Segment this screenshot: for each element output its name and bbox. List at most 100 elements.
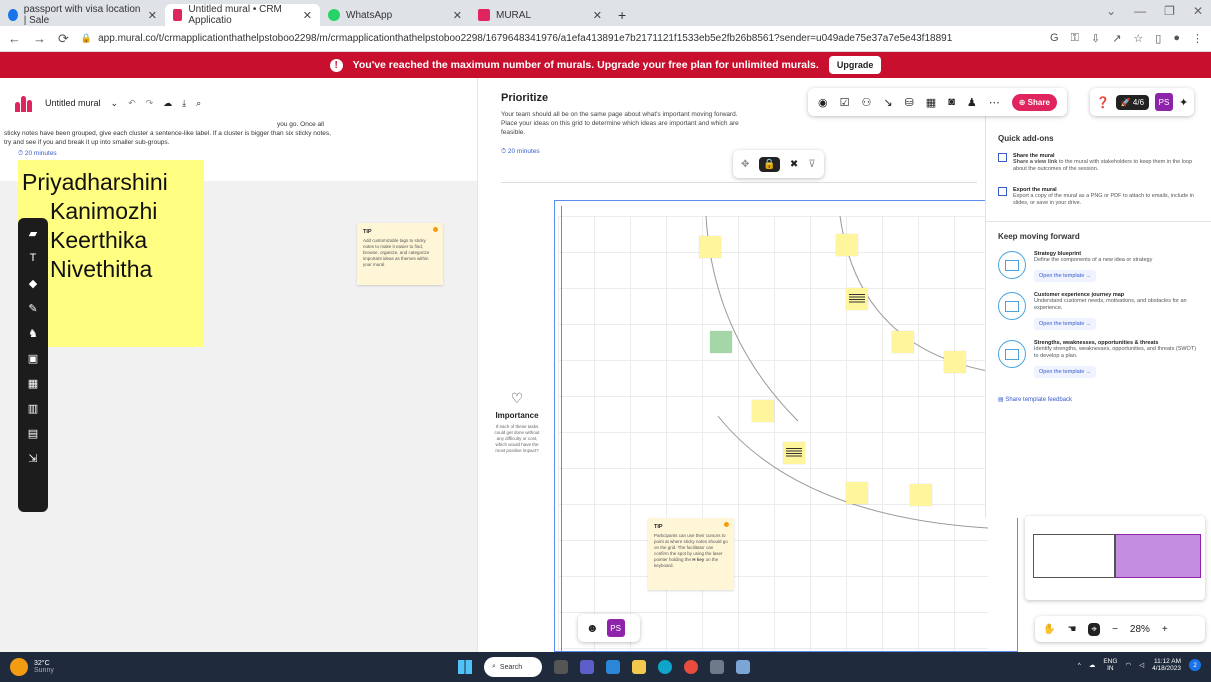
tab-untitled-mural[interactable]: Untitled mural • CRM Applicatio ✕	[165, 4, 320, 26]
mural-canvas[interactable]: you go. Once all sticky notes have been …	[0, 78, 1211, 652]
shapes-icon[interactable]: ◆	[26, 276, 40, 290]
sticky-note-icon[interactable]: ▰	[26, 226, 40, 240]
zoom-in-button[interactable]: +	[1162, 624, 1168, 635]
url-field[interactable]: 🔒 app.mural.co/t/crmapplicationthathelps…	[81, 29, 1038, 49]
weather-widget[interactable]: 32°C Sunny	[10, 658, 54, 676]
ungroup-icon[interactable]: ✖	[790, 159, 798, 170]
share-page-icon[interactable]: ↗	[1112, 32, 1121, 45]
laser-icon[interactable]: ↘	[883, 96, 892, 109]
download-icon[interactable]: ⤓	[182, 98, 186, 109]
private-mode-icon[interactable]: ⛁	[905, 96, 914, 109]
mural-title[interactable]: Untitled mural	[45, 98, 101, 108]
teams-icon[interactable]	[580, 660, 594, 674]
addon-link[interactable]: Share a view link	[1013, 159, 1057, 165]
share-feedback-link[interactable]: ▤ Share template feedback	[998, 396, 1199, 403]
lock-icon[interactable]: 🔒	[759, 156, 780, 172]
tab-passport[interactable]: passport with visa location | Sale ✕	[0, 4, 165, 26]
binoculars-icon[interactable]: ⚇	[861, 96, 871, 109]
upgrade-button[interactable]: Upgrade	[828, 56, 882, 74]
select-icon[interactable]: ⌖	[1088, 622, 1101, 636]
back-icon[interactable]: ←	[8, 31, 21, 46]
tab-whatsapp[interactable]: WhatsApp ✕	[320, 4, 470, 26]
template-swot[interactable]: Strengths, weaknesses, opportunities & t…	[998, 340, 1199, 378]
star-icon[interactable]: ☆	[1133, 32, 1143, 45]
mural-logo[interactable]	[15, 94, 35, 112]
outline-icon[interactable]: ▤	[26, 426, 40, 440]
pan-icon[interactable]: ☚	[1067, 624, 1076, 635]
sparkle-icon[interactable]: ✦	[1179, 96, 1188, 109]
taskbar-search[interactable]: ⌕ Search	[484, 657, 542, 677]
share-button[interactable]: ⊕ Share	[1011, 93, 1057, 111]
open-template-button[interactable]: Open the template →	[1034, 366, 1097, 378]
templates-icon[interactable]: ♞	[26, 326, 40, 340]
sticky-note[interactable]	[846, 482, 868, 504]
participants-count[interactable]: 🚀 4/6	[1115, 94, 1150, 110]
close-icon[interactable]: ✕	[453, 9, 462, 22]
redo-icon[interactable]: ↷	[146, 98, 154, 109]
store-icon[interactable]	[606, 660, 620, 674]
close-icon[interactable]: ✕	[148, 9, 157, 22]
sticky-note[interactable]	[846, 288, 868, 310]
avatar[interactable]: PS	[1155, 93, 1174, 111]
close-window-icon[interactable]: ✕	[1193, 4, 1203, 18]
hand-icon[interactable]: ✋	[1043, 624, 1055, 635]
open-template-button[interactable]: Open the template →	[1034, 318, 1097, 330]
chat-icon[interactable]: ◙	[948, 96, 955, 108]
tab-mural[interactable]: MURAL ✕	[470, 4, 610, 26]
lang-label[interactable]: ENG	[1103, 658, 1117, 665]
image-icon[interactable]: ▣	[26, 351, 40, 365]
emoji-icon[interactable]: ☻	[586, 621, 599, 635]
windows-start-icon[interactable]	[458, 660, 472, 674]
upload-icon[interactable]: ⇲	[26, 451, 40, 465]
close-icon[interactable]: ✕	[303, 9, 312, 22]
more-icon[interactable]: ⋯	[989, 96, 1000, 109]
network-icon[interactable]: ☁	[1089, 661, 1096, 669]
open-template-button[interactable]: Open the template →	[1034, 270, 1097, 282]
sticky-note-green[interactable]	[710, 331, 732, 353]
zoom-out-button[interactable]: −	[1112, 624, 1118, 635]
frameworks-icon[interactable]: ▦	[26, 376, 40, 390]
summon-icon[interactable]: ♟	[967, 96, 977, 109]
sidebar-icon[interactable]: ▯	[1155, 32, 1161, 45]
forward-icon[interactable]: →	[33, 31, 46, 46]
reload-icon[interactable]: ⟳	[58, 31, 69, 47]
edge-icon[interactable]	[658, 660, 672, 674]
wifi-icon[interactable]: ◠	[1125, 661, 1131, 669]
minimap-viewport[interactable]	[1115, 534, 1201, 578]
undo-icon[interactable]: ↶	[128, 98, 136, 109]
notification-badge[interactable]: 2	[1189, 659, 1201, 671]
addon-export[interactable]: Export the mural Export a copy of the mu…	[998, 187, 1199, 207]
volume-icon[interactable]: ◁	[1139, 661, 1144, 669]
snip-icon[interactable]	[736, 660, 750, 674]
voting-icon[interactable]: ☑	[840, 96, 850, 109]
comments-icon[interactable]: ▦	[926, 96, 936, 109]
tip-card-tags[interactable]: TIP Add customizable tags to sticky note…	[357, 223, 443, 285]
google-icon[interactable]: G	[1050, 32, 1059, 45]
profile-icon[interactable]: ●	[1173, 32, 1180, 45]
restore-icon[interactable]: ❐	[1164, 4, 1175, 18]
search-icon[interactable]: ⌕	[196, 98, 201, 109]
minimap[interactable]	[1025, 516, 1205, 600]
menu-icon[interactable]: ⋮	[1192, 32, 1203, 45]
task-view-icon[interactable]	[554, 660, 568, 674]
move-icon[interactable]: ✥	[741, 159, 749, 170]
help-icon[interactable]: ❓	[1096, 96, 1110, 109]
filter-icon[interactable]: ⊽	[808, 159, 815, 170]
sticky-note[interactable]	[752, 400, 774, 422]
template-strategy[interactable]: Strategy blueprint Define the components…	[998, 251, 1199, 282]
new-tab-icon[interactable]: +	[610, 4, 634, 26]
chevron-down-icon[interactable]: ⌄	[111, 98, 119, 109]
sticky-note[interactable]	[836, 234, 858, 256]
template-journey[interactable]: Customer experience journey map Understa…	[998, 292, 1199, 330]
minimize-icon[interactable]: —	[1134, 4, 1146, 18]
zoom-level[interactable]: 28%	[1130, 624, 1150, 635]
timer-icon[interactable]: ◉	[818, 96, 828, 109]
addon-share[interactable]: Share the mural Share a view link to the…	[998, 153, 1199, 173]
table-icon[interactable]: ▥	[26, 401, 40, 415]
sticky-note[interactable]	[699, 236, 721, 258]
text-icon[interactable]: T	[26, 251, 40, 265]
cloud-icon[interactable]: ☁	[163, 98, 172, 109]
chevron-up-icon[interactable]: ^	[1078, 662, 1081, 669]
key-icon[interactable]: ⚿	[1071, 32, 1079, 45]
clock-time[interactable]: 11:12 AM	[1152, 658, 1181, 665]
